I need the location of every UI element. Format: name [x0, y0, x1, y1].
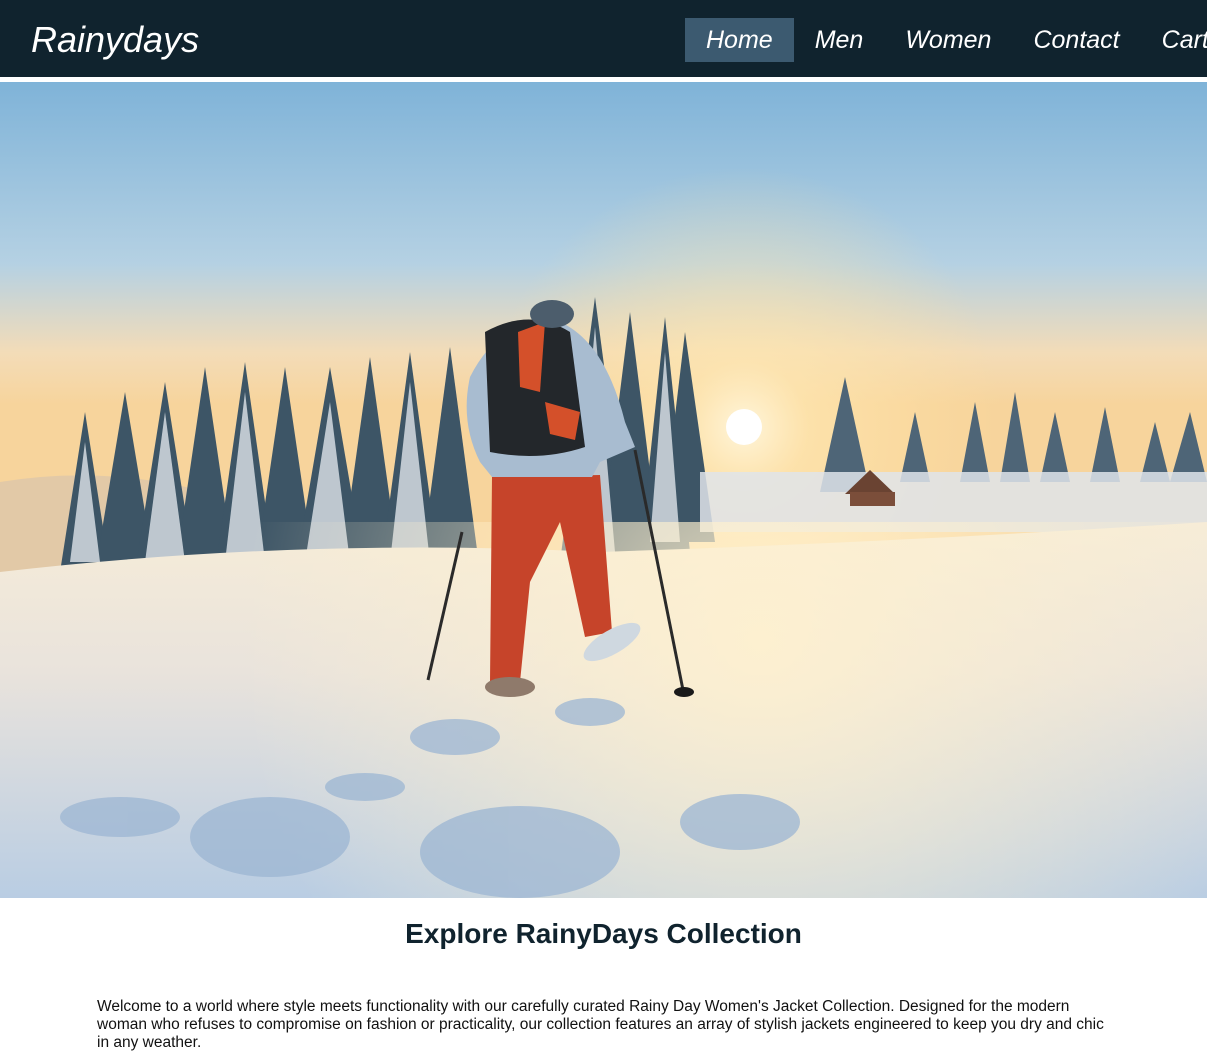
site-logo[interactable]: Rainydays: [31, 20, 199, 60]
nav-link-home[interactable]: Home: [685, 18, 794, 62]
hero-image: [0, 82, 1207, 898]
collection-heading: Explore RainyDays Collection: [405, 918, 802, 949]
nav-link-women[interactable]: Women: [884, 18, 1012, 62]
intro-paragraph: Welcome to a world where style meets fun…: [97, 998, 1104, 1051]
nav-link-contact[interactable]: Contact: [1012, 18, 1140, 62]
hero-illustration: [0, 82, 1207, 898]
nav-link-cart[interactable]: Cart(: [1141, 18, 1207, 62]
site-header: Rainydays Home Men Women Contact Cart(: [0, 0, 1207, 80]
main-nav: Home Men Women Contact Cart(: [685, 18, 1207, 62]
nav-link-men[interactable]: Men: [794, 18, 885, 62]
